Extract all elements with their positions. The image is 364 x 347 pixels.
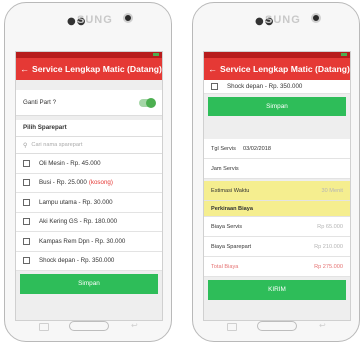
biaya-sparepart-value: Rp 210.000 bbox=[314, 243, 343, 250]
hardware-nav-keys: ↩ bbox=[5, 321, 171, 331]
out-of-stock-note: (kosong) bbox=[88, 179, 113, 187]
part-item-aki-kering[interactable]: Aki Kering GS - Rp. 180.000 bbox=[16, 212, 162, 232]
checkbox-icon[interactable] bbox=[23, 159, 30, 167]
tgl-servis-label: Tgl Servis bbox=[211, 145, 236, 152]
part-item-oli-mesin[interactable]: Oli Mesin - Rp. 45.000 bbox=[16, 154, 162, 174]
app-bar-title: Service Lengkap Matic (Datang) bbox=[220, 64, 350, 74]
checkbox-icon[interactable] bbox=[23, 237, 30, 245]
search-icon: ⚲ bbox=[23, 141, 28, 149]
part-label: Aki Kering GS - Rp. 180.000 bbox=[39, 218, 118, 226]
part-label: Kampas Rem Dpn - Rp. 30.000 bbox=[39, 237, 126, 245]
search-input[interactable]: ⚲ Cari nama sparepart bbox=[16, 137, 162, 154]
tgl-servis-value[interactable]: 03/02/2018 bbox=[243, 146, 271, 152]
ganti-part-row: Ganti Part ? bbox=[16, 90, 162, 116]
kirim-button[interactable]: KIRIM bbox=[208, 280, 346, 300]
screen-right: ← Service Lengkap Matic (Datang) Shock d… bbox=[203, 51, 351, 321]
part-item-shock-depan[interactable]: Shock depan - Rp. 350.000 bbox=[16, 251, 162, 271]
estimasi-waktu-row: Estimasi Waktu 30 Menit bbox=[204, 181, 350, 201]
recent-apps-icon[interactable] bbox=[227, 323, 237, 331]
part-item-kampas-rem[interactable]: Kampas Rem Dpn - Rp. 30.000 bbox=[16, 232, 162, 252]
total-biaya-label: Total Biaya bbox=[211, 263, 239, 270]
app-bar: ← Service Lengkap Matic (Datang) bbox=[16, 58, 162, 80]
part-label: Shock depan - Rp. 350.000 bbox=[227, 83, 303, 90]
checkbox-icon[interactable] bbox=[23, 257, 30, 265]
status-bar bbox=[204, 52, 350, 58]
checkbox-icon[interactable] bbox=[23, 179, 30, 187]
phone-right: ●● SUNG ← Service Lengkap Matic (Datang)… bbox=[192, 2, 360, 342]
estimasi-waktu-label: Estimasi Waktu bbox=[211, 187, 250, 194]
back-key-icon[interactable]: ↩ bbox=[131, 322, 138, 330]
simpan-button[interactable]: Simpan bbox=[208, 97, 346, 116]
part-item-shock-depan[interactable]: Shock depan - Rp. 350.000 bbox=[204, 80, 350, 94]
home-button[interactable] bbox=[257, 321, 297, 331]
total-biaya-row: Total Biaya Rp 275.000 bbox=[204, 257, 350, 277]
part-label: Busi - Rp. 25.000 bbox=[39, 179, 87, 187]
biaya-sparepart-row: Biaya Sparepart Rp 210.000 bbox=[204, 237, 350, 257]
biaya-servis-row: Biaya Servis Rp 65.000 bbox=[204, 217, 350, 237]
home-button[interactable] bbox=[69, 321, 109, 331]
phone-left: ●● SUNG ← Service Lengkap Matic (Datang)… bbox=[4, 2, 172, 342]
battery-icon bbox=[341, 53, 347, 56]
ganti-part-toggle[interactable] bbox=[139, 97, 156, 108]
phone-brand: SUNG bbox=[77, 14, 113, 26]
pilih-sparepart-heading: Pilih Sparepart bbox=[16, 120, 162, 137]
phone-top-bezel: ●● SUNG bbox=[5, 13, 171, 27]
back-arrow-icon[interactable]: ← bbox=[208, 64, 220, 74]
biaya-servis-label: Biaya Servis bbox=[211, 223, 243, 230]
biaya-sparepart-label: Biaya Sparepart bbox=[211, 243, 252, 250]
back-key-icon[interactable]: ↩ bbox=[319, 322, 326, 330]
search-placeholder: Cari nama sparepart bbox=[31, 142, 83, 148]
toggle-knob-icon bbox=[146, 97, 156, 108]
status-bar bbox=[16, 52, 162, 58]
part-item-lampu-utama[interactable]: Lampu utama - Rp. 30.000 bbox=[16, 193, 162, 213]
phone-top-bezel: ●● SUNG bbox=[193, 13, 359, 27]
tgl-servis-row[interactable]: Tgl Servis 03/02/2018 bbox=[204, 139, 350, 159]
simpan-button[interactable]: Simpan bbox=[20, 274, 158, 294]
estimasi-waktu-value: 30 Menit bbox=[321, 187, 343, 194]
perkiraan-biaya-heading: Perkiraan Biaya bbox=[204, 201, 350, 217]
front-camera-icon bbox=[311, 13, 321, 23]
app-bar-title: Service Lengkap Matic (Datang) bbox=[32, 64, 162, 74]
checkbox-icon[interactable] bbox=[23, 198, 30, 206]
biaya-servis-value: Rp 65.000 bbox=[317, 223, 343, 230]
battery-icon bbox=[153, 53, 159, 56]
checkbox-icon[interactable] bbox=[23, 218, 30, 226]
ganti-part-label: Ganti Part ? bbox=[23, 99, 57, 106]
screen-left: ← Service Lengkap Matic (Datang) Ganti P… bbox=[15, 51, 163, 321]
total-biaya-value: Rp 275.000 bbox=[314, 263, 343, 270]
part-label: Lampu utama - Rp. 30.000 bbox=[39, 198, 113, 206]
back-arrow-icon[interactable]: ← bbox=[20, 64, 32, 74]
app-bar: ← Service Lengkap Matic (Datang) bbox=[204, 58, 350, 80]
jam-servis-label: Jam Servis bbox=[211, 165, 239, 172]
part-item-busi[interactable]: Busi - Rp. 25.000 (kosong) bbox=[16, 173, 162, 193]
part-label: Shock depan - Rp. 350.000 bbox=[39, 257, 115, 265]
recent-apps-icon[interactable] bbox=[39, 323, 49, 331]
jam-servis-row[interactable]: Jam Servis bbox=[204, 159, 350, 179]
checkbox-icon[interactable] bbox=[211, 83, 218, 90]
phone-brand: SUNG bbox=[265, 14, 301, 26]
part-label: Oli Mesin - Rp. 45.000 bbox=[39, 159, 101, 167]
hardware-nav-keys: ↩ bbox=[193, 321, 359, 331]
front-camera-icon bbox=[123, 13, 133, 23]
